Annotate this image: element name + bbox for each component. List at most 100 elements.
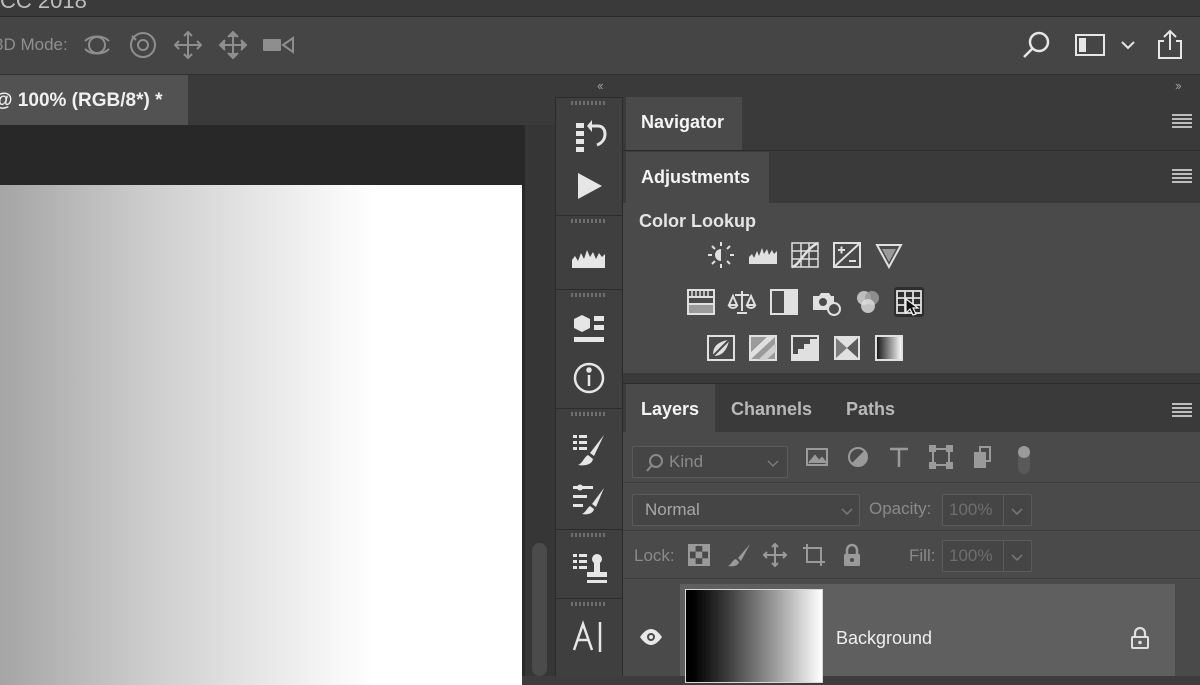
tab-adjustments[interactable]: Adjustments xyxy=(626,152,769,205)
hovered-adjustment-label: Color Lookup xyxy=(639,211,756,231)
threshold-icon[interactable] xyxy=(790,333,820,363)
fill-label: Fill: xyxy=(909,546,936,565)
paths-tab-label: Paths xyxy=(846,399,896,419)
canvas-area[interactable] xyxy=(0,125,524,685)
app-title: CC 2018 xyxy=(0,0,87,13)
layers-tab-label: Layers xyxy=(641,399,700,419)
blend-mode-select[interactable]: Normal xyxy=(632,494,860,526)
color-lookup-icon[interactable] xyxy=(894,287,924,317)
smart-object-filter-icon[interactable] xyxy=(970,444,996,470)
layer-lock-icon[interactable] xyxy=(1129,626,1151,650)
orbit-icon[interactable] xyxy=(80,28,114,62)
lock-fill-row: Lock: Fill: 100% xyxy=(623,530,1200,579)
tab-paths[interactable]: Paths xyxy=(831,384,911,437)
search-icon[interactable] xyxy=(1020,28,1054,62)
channels-tab-label: Channels xyxy=(731,399,813,419)
brightness-contrast-icon[interactable] xyxy=(706,240,736,270)
clone-source-icon[interactable] xyxy=(570,549,608,587)
channel-mixer-icon[interactable] xyxy=(853,287,883,317)
options-bar: 3D Mode: xyxy=(0,17,1200,75)
filter-kind-value: Kind xyxy=(669,452,704,471)
panel-menu-icon[interactable] xyxy=(1172,403,1192,417)
pixel-layer-filter-icon[interactable] xyxy=(804,444,830,470)
dock-grip[interactable] xyxy=(571,533,607,537)
chevron-down-icon[interactable] xyxy=(1112,28,1146,62)
brush-presets-icon[interactable] xyxy=(570,431,608,469)
chevron-down-icon xyxy=(765,455,781,471)
gradient-map-icon[interactable] xyxy=(874,333,904,363)
title-bar: CC 2018 xyxy=(0,0,1200,17)
tab-channels[interactable]: Channels xyxy=(718,384,818,437)
fill-input[interactable]: 100% xyxy=(942,540,1032,572)
layers-panel-body: Kind Normal Opacity: 100% Lock: Fill: 10… xyxy=(623,432,1200,683)
share-icon[interactable] xyxy=(1153,28,1187,62)
posterize-icon[interactable] xyxy=(748,333,778,363)
lock-position-icon[interactable] xyxy=(762,542,788,568)
layers-panel-header: Layers Channels Paths xyxy=(623,383,1200,438)
tab-navigator[interactable]: Navigator xyxy=(626,97,742,150)
fill-value: 100% xyxy=(949,546,993,565)
levels-icon[interactable] xyxy=(748,240,778,270)
chevron-down-icon[interactable] xyxy=(1009,503,1025,519)
opacity-label: Opacity: xyxy=(869,499,932,518)
exposure-icon[interactable] xyxy=(832,240,862,270)
black-white-icon[interactable] xyxy=(769,287,799,317)
filter-kind-select[interactable]: Kind xyxy=(632,446,788,478)
slide-icon[interactable] xyxy=(216,28,250,62)
vibrance-icon[interactable] xyxy=(874,240,904,270)
collapse-right-icon[interactable]: ›› xyxy=(1175,78,1182,93)
3d-mode-label: 3D Mode: xyxy=(0,35,68,54)
navigator-panel-header: Navigator xyxy=(623,97,1200,151)
brush-settings-icon[interactable] xyxy=(570,480,608,518)
shape-layer-filter-icon[interactable] xyxy=(928,444,954,470)
character-icon[interactable] xyxy=(570,618,608,656)
scrollbar-thumb[interactable] xyxy=(532,543,547,676)
selective-color-icon[interactable] xyxy=(832,333,862,363)
curves-icon[interactable] xyxy=(790,240,820,270)
dock-grip[interactable] xyxy=(571,293,607,297)
scale-video-icon[interactable] xyxy=(261,28,295,62)
info-icon[interactable] xyxy=(570,359,608,397)
document-tab[interactable]: @ 100% (RGB/8*) * xyxy=(0,75,188,125)
vertical-scrollbar[interactable] xyxy=(524,125,556,676)
opacity-input[interactable]: 100% xyxy=(942,494,1032,526)
adjustment-layer-filter-icon[interactable] xyxy=(845,444,871,470)
histogram-icon[interactable] xyxy=(570,238,608,276)
lock-image-pixels-icon[interactable] xyxy=(726,542,752,568)
dock-grip[interactable] xyxy=(571,602,607,606)
panel-menu-icon[interactable] xyxy=(1172,114,1192,128)
color-balance-icon[interactable] xyxy=(727,287,757,317)
chevron-down-icon[interactable] xyxy=(1009,549,1025,565)
invert-icon[interactable] xyxy=(706,333,736,363)
roll-icon[interactable] xyxy=(126,28,160,62)
tab-layers[interactable]: Layers xyxy=(626,384,715,437)
navigator-tab-label: Navigator xyxy=(641,112,725,132)
lock-artboard-icon[interactable] xyxy=(801,542,827,568)
visibility-eye-icon[interactable] xyxy=(639,626,663,648)
gradient-canvas[interactable] xyxy=(0,185,522,685)
layer-thumbnail[interactable] xyxy=(685,589,823,683)
3d-properties-icon[interactable] xyxy=(570,309,608,347)
photo-filter-icon[interactable] xyxy=(811,287,841,317)
collapse-left-icon[interactable]: ‹‹ xyxy=(597,78,604,93)
history-icon[interactable] xyxy=(570,117,608,155)
adjustments-tab-label: Adjustments xyxy=(641,167,751,187)
hue-saturation-icon[interactable] xyxy=(686,287,716,317)
adjustments-panel-body: Color Lookup xyxy=(623,203,1200,373)
type-layer-filter-icon[interactable] xyxy=(886,444,912,470)
lock-all-icon[interactable] xyxy=(839,542,865,568)
dock-grip[interactable] xyxy=(571,101,607,105)
lock-transparent-pixels-icon[interactable] xyxy=(686,542,712,568)
dock-grip[interactable] xyxy=(571,412,607,416)
document-tab-bar: @ 100% (RGB/8*) * xyxy=(0,75,555,125)
filter-toggle-switch[interactable] xyxy=(1016,444,1032,476)
pan-icon[interactable] xyxy=(171,28,205,62)
dock-grip[interactable] xyxy=(571,219,607,223)
actions-play-icon[interactable] xyxy=(570,167,608,205)
panel-menu-icon[interactable] xyxy=(1172,169,1192,183)
layer-row[interactable]: Background xyxy=(680,584,1175,683)
workspace-icon[interactable] xyxy=(1073,28,1107,62)
layer-name[interactable]: Background xyxy=(836,628,932,649)
document-tab-label: @ 100% (RGB/8*) * xyxy=(0,90,163,111)
adjustments-panel-header: Adjustments xyxy=(623,152,1200,205)
